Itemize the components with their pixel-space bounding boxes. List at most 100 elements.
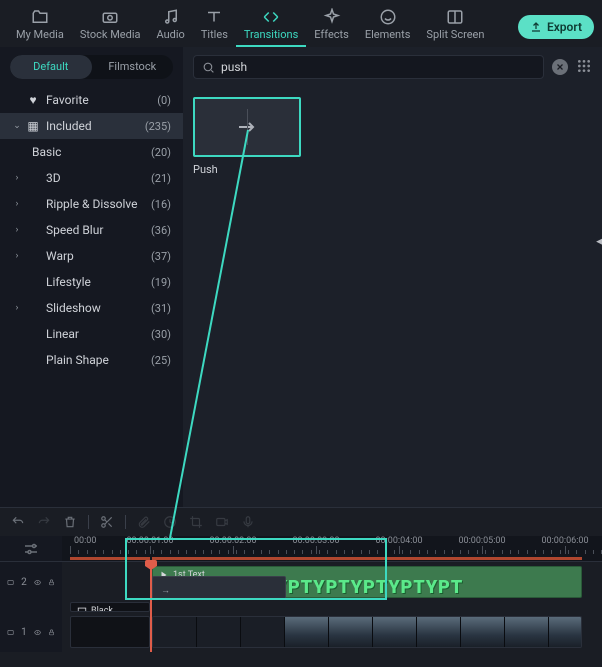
nav-3d[interactable]: › 3D (21): [0, 165, 183, 191]
split-button[interactable]: [99, 514, 115, 530]
timeline-ruler[interactable]: 00:00 00:00:01:00 00:00:02:00 00:00:03:0…: [62, 536, 602, 562]
sparkle-icon: [323, 8, 341, 26]
nav-count: (25): [151, 354, 171, 367]
record-icon: [215, 515, 229, 529]
tab-audio[interactable]: Audio: [149, 6, 193, 47]
timeline-settings-button[interactable]: [0, 536, 62, 562]
transitions-panel: Push ◀: [183, 47, 602, 507]
playhead[interactable]: [150, 562, 152, 652]
track-row-1[interactable]: [62, 612, 602, 652]
ruler-label: 00:00:02:00: [209, 536, 256, 546]
nav-included[interactable]: ⌄ ▦ Included (235): [0, 113, 183, 139]
clip-video[interactable]: [152, 616, 582, 648]
clear-search-button[interactable]: [552, 59, 568, 75]
collapse-panel-icon[interactable]: ◀: [596, 237, 602, 247]
voiceover-button[interactable]: [240, 514, 256, 530]
tab-label: Titles: [201, 28, 228, 41]
tab-label: Stock Media: [80, 28, 141, 41]
track-row-2[interactable]: 1st Text PTYPTYPTYPTYPTYPTYPT →: [62, 562, 602, 602]
adjust-icon: [22, 540, 40, 558]
arrow-right-icon: [235, 115, 259, 139]
nav-count: (0): [157, 94, 171, 107]
nav-basic[interactable]: Basic (20): [0, 139, 183, 165]
nav-count: (21): [151, 172, 171, 185]
paperclip-icon: [137, 515, 151, 529]
grid-icon: ▦: [24, 119, 42, 133]
grid-dots-icon: [576, 58, 592, 74]
nav-label: Lifestyle: [46, 275, 151, 289]
chevron-right-icon: ›: [10, 199, 24, 209]
clip-black-label[interactable]: Black: [70, 602, 150, 612]
tab-split-screen[interactable]: Split Screen: [418, 6, 492, 47]
transition-preview: [193, 97, 301, 157]
tab-filmstock[interactable]: Filmstock: [92, 55, 174, 79]
redo-icon: [37, 515, 51, 529]
grid-view-button[interactable]: [576, 58, 592, 77]
nav-label: 3D: [46, 171, 151, 185]
nav-count: (235): [145, 120, 171, 133]
clip-transition-applied[interactable]: →: [152, 576, 286, 600]
nav-speed-blur[interactable]: › Speed Blur (36): [0, 217, 183, 243]
nav-lifestyle[interactable]: Lifestyle (19): [0, 269, 183, 295]
track-header-1[interactable]: 1: [0, 612, 62, 652]
image-icon: [7, 577, 14, 588]
chevron-right-icon: ›: [10, 225, 24, 235]
close-icon: [555, 62, 565, 72]
tab-my-media[interactable]: My Media: [8, 6, 72, 47]
nav-warp[interactable]: › Warp (37): [0, 243, 183, 269]
separator: [125, 515, 126, 529]
ruler-zero: 00:00: [74, 536, 96, 546]
tab-default[interactable]: Default: [10, 55, 92, 79]
tab-label: My Media: [16, 28, 64, 41]
crop-button[interactable]: [188, 514, 204, 530]
ruler-label: 00:00:04:00: [375, 536, 422, 546]
timeline-tracks[interactable]: 00:00 00:00:01:00 00:00:02:00 00:00:03:0…: [62, 536, 602, 652]
lock-icon[interactable]: [48, 627, 55, 638]
image-icon: [7, 627, 14, 638]
timeline-toolbar: [0, 508, 602, 536]
undo-button[interactable]: [10, 514, 26, 530]
ruler-label: 00:00:01:00: [126, 536, 173, 546]
track-header-2[interactable]: 2: [0, 562, 62, 602]
timeline: 2 1 00:00 00:00:01:00 00:00:02:00 00:00:…: [0, 536, 602, 652]
clip-black[interactable]: [70, 616, 150, 648]
tab-label: Effects: [314, 28, 349, 41]
color-button[interactable]: [214, 514, 230, 530]
track-gap: Black: [62, 602, 602, 612]
transition-item-push[interactable]: Push: [193, 97, 301, 176]
nav-label: Slideshow: [46, 301, 151, 315]
camera-icon: [101, 8, 119, 26]
eye-icon[interactable]: [34, 577, 41, 588]
track-number: 2: [21, 577, 27, 588]
nav-ripple-dissolve[interactable]: › Ripple & Dissolve (16): [0, 191, 183, 217]
tab-titles[interactable]: Titles: [193, 6, 236, 47]
separator: [88, 515, 89, 529]
nav-slideshow[interactable]: › Slideshow (31): [0, 295, 183, 321]
tab-transitions[interactable]: Transitions: [236, 6, 306, 47]
lock-icon[interactable]: [48, 577, 55, 588]
export-button[interactable]: Export: [518, 15, 594, 39]
eye-icon[interactable]: [34, 627, 41, 638]
delete-button[interactable]: [62, 514, 78, 530]
nav-count: (31): [151, 302, 171, 315]
marker-button[interactable]: [136, 514, 152, 530]
nav-label: Warp: [46, 249, 151, 263]
scissors-icon: [100, 515, 114, 529]
category-sidebar: Default Filmstock ♥ Favorite (0) ⌄ ▦ Inc…: [0, 47, 183, 507]
speed-button[interactable]: [162, 514, 178, 530]
search-input[interactable]: [221, 60, 535, 74]
tab-elements[interactable]: Elements: [357, 6, 419, 47]
tab-effects[interactable]: Effects: [306, 6, 357, 47]
nav-label: Plain Shape: [46, 353, 151, 367]
nav-linear[interactable]: Linear (30): [0, 321, 183, 347]
tab-stock-media[interactable]: Stock Media: [72, 6, 149, 47]
split-icon: [446, 8, 464, 26]
source-tabs: Default Filmstock: [10, 55, 173, 79]
nav-count: (36): [151, 224, 171, 237]
nav-favorite[interactable]: ♥ Favorite (0): [0, 87, 183, 113]
tab-label: Audio: [157, 28, 185, 41]
ruler-label: 00:00:06:00: [541, 536, 588, 546]
nav-plain-shape[interactable]: Plain Shape (25): [0, 347, 183, 373]
redo-button[interactable]: [36, 514, 52, 530]
folder-icon: [31, 8, 49, 26]
